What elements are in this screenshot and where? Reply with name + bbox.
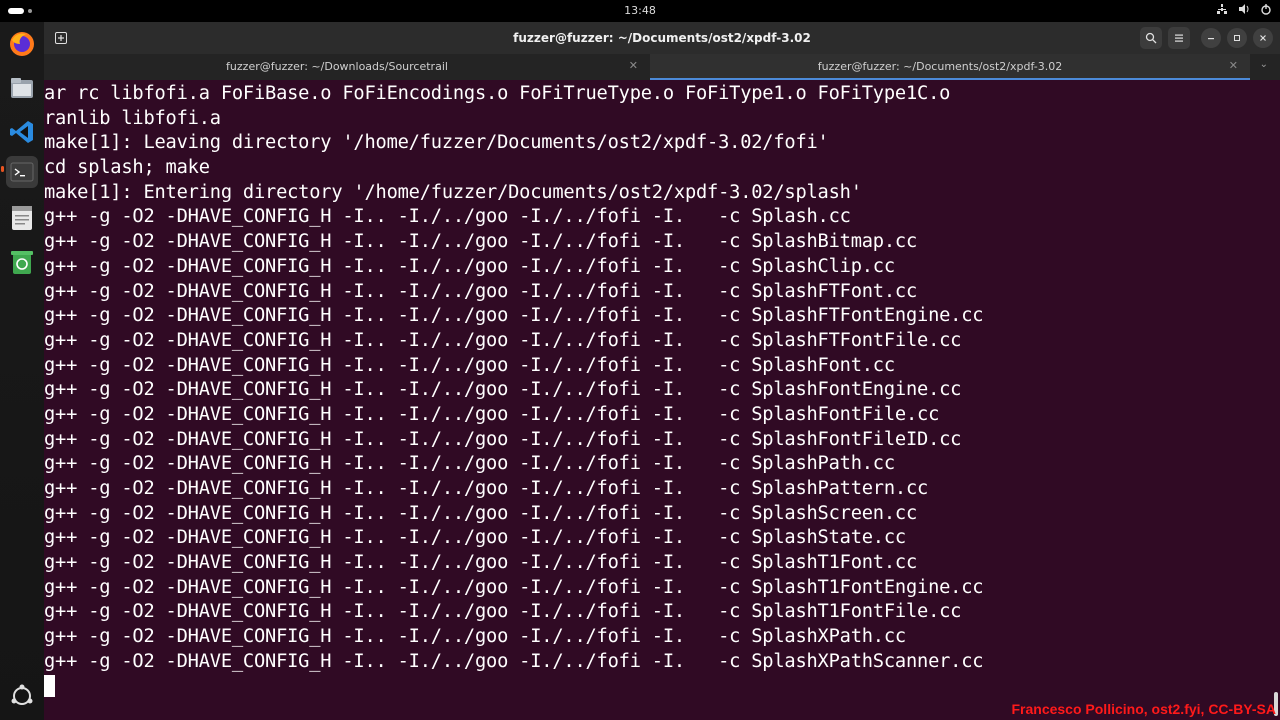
terminal-line: cd splash; make: [44, 157, 210, 179]
files-icon[interactable]: [6, 72, 38, 104]
terminal-cursor: [44, 675, 55, 697]
firefox-icon[interactable]: [6, 28, 38, 60]
system-tray[interactable]: [1216, 3, 1272, 17]
terminal-line: g++ -g -O2 -DHAVE_CONFIG_H -I.. -I./../g…: [44, 478, 929, 499]
terminal-line: g++ -g -O2 -DHAVE_CONFIG_H -I.. -I./../g…: [44, 601, 962, 623]
terminal-line: g++ -g -O2 -DHAVE_CONFIG_H -I.. -I./../g…: [44, 329, 962, 351]
terminal-running-indicator: [1, 166, 4, 172]
search-icon: [1145, 32, 1157, 44]
tab-label: fuzzer@fuzzer: ~/Documents/ost2/xpdf-3.0…: [817, 60, 1063, 73]
tab-bar: fuzzer@fuzzer: ~/Downloads/Sourcetrail ✕…: [44, 54, 1280, 80]
terminal-line: g++ -g -O2 -DHAVE_CONFIG_H -I.. -I./../g…: [44, 552, 918, 574]
maximize-icon: [1234, 35, 1240, 41]
chevron-down-icon[interactable]: ⌄: [1260, 59, 1268, 70]
tab-label: fuzzer@fuzzer: ~/Downloads/Sourcetrail: [226, 60, 448, 73]
terminal-line: g++ -g -O2 -DHAVE_CONFIG_H -I.. -I./../g…: [44, 576, 984, 598]
terminal-line: g++ -g -O2 -DHAVE_CONFIG_H -I.. -I./../g…: [44, 403, 940, 425]
vscode-icon[interactable]: [6, 116, 38, 148]
terminal-line: g++ -g -O2 -DHAVE_CONFIG_H -I.. -I./../g…: [44, 502, 918, 524]
terminal-line: ranlib libfofi.a: [44, 107, 221, 129]
terminal-line: make[1]: Leaving directory '/home/fuzzer…: [44, 132, 829, 154]
top-bar: 13:48: [0, 0, 1280, 22]
terminal-line: g++ -g -O2 -DHAVE_CONFIG_H -I.. -I./../g…: [44, 379, 962, 401]
network-icon: [1216, 3, 1228, 17]
terminal-line: g++ -g -O2 -DHAVE_CONFIG_H -I.. -I./../g…: [44, 650, 984, 672]
terminal-line: g++ -g -O2 -DHAVE_CONFIG_H -I.. -I./../g…: [44, 206, 851, 228]
close-window-button[interactable]: [1253, 28, 1273, 48]
terminal-line: ar rc libfofi.a FoFiBase.o FoFiEncodings…: [44, 83, 951, 104]
terminal-line: g++ -g -O2 -DHAVE_CONFIG_H -I.. -I./../g…: [44, 527, 906, 549]
show-apps-icon[interactable]: [6, 680, 38, 712]
tab-xpdf[interactable]: fuzzer@fuzzer: ~/Documents/ost2/xpdf-3.0…: [650, 54, 1250, 80]
terminal-line: g++ -g -O2 -DHAVE_CONFIG_H -I.. -I./../g…: [44, 354, 895, 376]
maximize-button[interactable]: [1227, 28, 1247, 48]
terminal-line: make[1]: Entering directory '/home/fuzze…: [44, 181, 862, 203]
terminal-line: g++ -g -O2 -DHAVE_CONFIG_H -I.. -I./../g…: [44, 231, 918, 253]
window-header: fuzzer@fuzzer: ~/Documents/ost2/xpdf-3.0…: [44, 22, 1280, 54]
window-title: fuzzer@fuzzer: ~/Documents/ost2/xpdf-3.0…: [513, 31, 811, 45]
terminal-line: g++ -g -O2 -DHAVE_CONFIG_H -I.. -I./../g…: [44, 280, 918, 302]
power-icon: [1260, 3, 1272, 17]
search-button[interactable]: [1140, 27, 1162, 49]
tab-sourcetrail[interactable]: fuzzer@fuzzer: ~/Downloads/Sourcetrail ✕: [44, 54, 650, 80]
menu-button[interactable]: [1168, 27, 1190, 49]
close-icon[interactable]: ✕: [1229, 59, 1238, 72]
trash-icon[interactable]: [6, 246, 38, 278]
dock: [0, 22, 44, 720]
close-icon: [1260, 35, 1266, 41]
terminal-line: g++ -g -O2 -DHAVE_CONFIG_H -I.. -I./../g…: [44, 626, 906, 648]
text-editor-icon[interactable]: [6, 202, 38, 234]
clock[interactable]: 13:48: [0, 4, 1280, 17]
volume-icon: [1238, 3, 1250, 17]
terminal-line: g++ -g -O2 -DHAVE_CONFIG_H -I.. -I./../g…: [44, 255, 895, 277]
minimize-icon: [1208, 38, 1214, 40]
watermark: Francesco Pollicino, ost2.fyi, CC-BY-SA: [1011, 701, 1276, 717]
close-icon[interactable]: ✕: [629, 59, 638, 72]
terminal-line: g++ -g -O2 -DHAVE_CONFIG_H -I.. -I./../g…: [44, 428, 962, 450]
hamburger-icon: [1175, 34, 1183, 42]
terminal-line: g++ -g -O2 -DHAVE_CONFIG_H -I.. -I./../g…: [44, 453, 895, 475]
terminal-icon[interactable]: [6, 156, 38, 188]
terminal-output[interactable]: ar rc libfofi.a FoFiBase.o FoFiEncodings…: [44, 80, 1280, 720]
terminal-line: g++ -g -O2 -DHAVE_CONFIG_H -I.. -I./../g…: [44, 305, 984, 327]
minimize-button[interactable]: [1201, 28, 1221, 48]
